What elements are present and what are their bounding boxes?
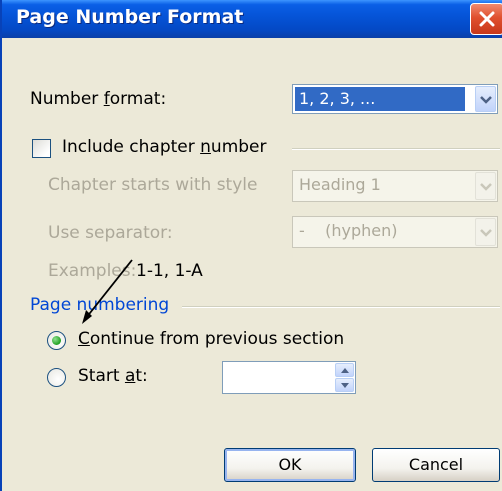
radio-selected-dot <box>52 336 61 345</box>
start-at-spinner[interactable] <box>222 361 356 394</box>
spin-up-button[interactable] <box>335 363 354 377</box>
examples-value: 1-1, 1-A <box>136 261 203 281</box>
separator-dropdown-button[interactable] <box>475 218 496 246</box>
dialog-title: Page Number Format <box>16 6 244 28</box>
separator-label: Use separator: <box>48 223 173 243</box>
ok-button[interactable]: OK <box>224 448 356 482</box>
chapter-style-label: Chapter starts with style <box>48 175 258 195</box>
number-format-dropdown-button[interactable] <box>475 86 496 112</box>
separator-value: - (hyphen) <box>299 221 398 240</box>
start-at-radio[interactable] <box>47 368 66 387</box>
number-format-select[interactable]: 1, 2, 3, ... <box>292 84 498 114</box>
chevron-down-icon <box>480 183 492 191</box>
chevron-down-icon <box>480 96 492 104</box>
close-button[interactable] <box>470 3 502 35</box>
continue-radio[interactable] <box>47 331 66 350</box>
chapter-group-separator <box>292 148 500 150</box>
spin-down-button[interactable] <box>335 378 354 392</box>
number-format-label: Number format: <box>30 89 167 109</box>
triangle-up-icon <box>341 368 349 373</box>
include-chapter-label: Include chapter number <box>62 137 267 157</box>
chapter-style-select[interactable]: Heading 1 <box>292 170 498 202</box>
chapter-style-value: Heading 1 <box>299 175 381 194</box>
page-numbering-legend: Page numbering <box>30 295 170 315</box>
include-chapter-checkbox[interactable] <box>32 139 51 158</box>
page-number-format-dialog: Page Number Format Number format: 1, 2, … <box>0 0 502 491</box>
examples-label: Examples: <box>48 261 137 281</box>
chevron-down-icon <box>480 229 492 237</box>
continue-label: Continue from previous section <box>78 329 345 349</box>
page-numbering-separator <box>182 306 500 308</box>
title-bar[interactable]: Page Number Format <box>2 0 502 38</box>
close-icon <box>479 11 495 27</box>
number-format-value: 1, 2, 3, ... <box>294 86 466 112</box>
chapter-style-dropdown-button[interactable] <box>475 172 496 200</box>
triangle-down-icon <box>341 383 349 388</box>
start-at-label: Start at: <box>78 366 148 386</box>
separator-select[interactable]: - (hyphen) <box>292 216 498 248</box>
cancel-button[interactable]: Cancel <box>372 448 500 482</box>
